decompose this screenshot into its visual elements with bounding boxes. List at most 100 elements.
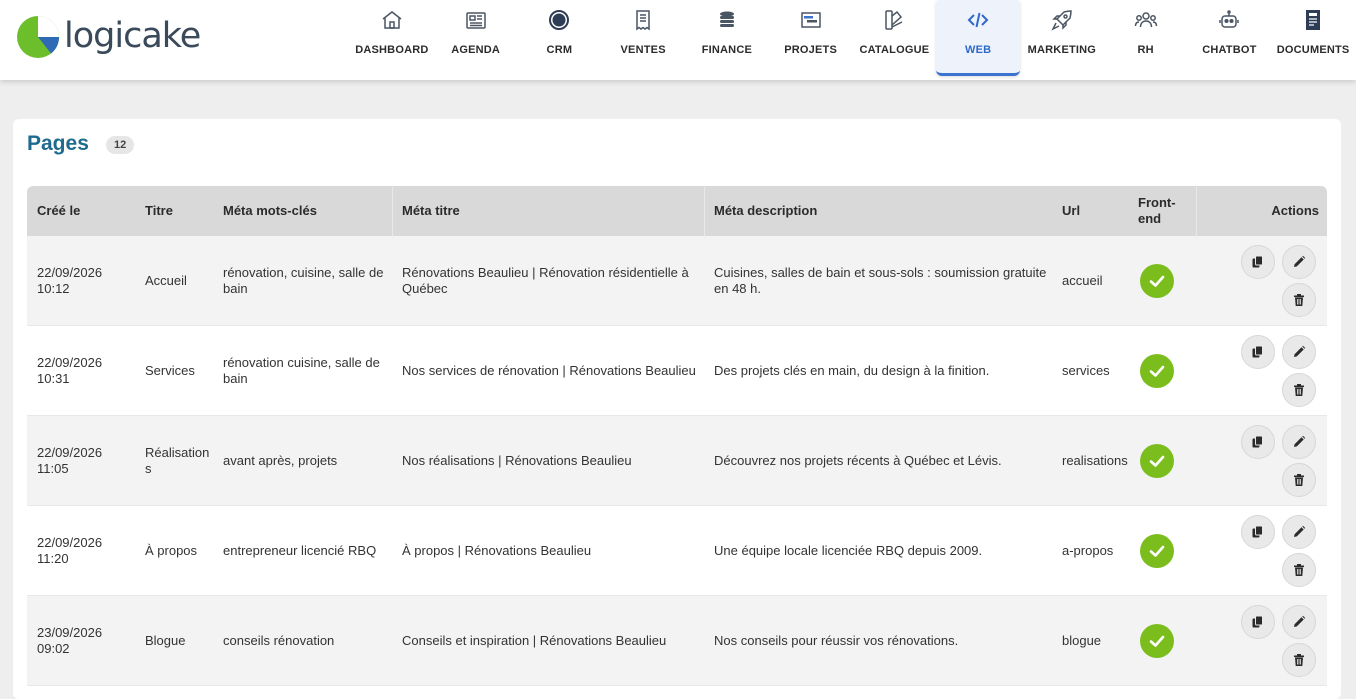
cell-title: Réalisations — [145, 444, 210, 476]
nav-rh[interactable]: RH — [1104, 0, 1188, 76]
table-row: 22/09/2026 10:12 Accueil rénovation, cui… — [27, 236, 1327, 326]
cell-meta-title: Rénovations Beaulieu | Rénovation réside… — [402, 264, 689, 296]
gantt-icon — [800, 12, 821, 28]
header-meta-title[interactable]: Méta titre — [392, 187, 704, 237]
cell-created: 22/09/2026 10:31 — [27, 355, 135, 387]
nav-dashboard[interactable]: DASHBOARD — [350, 0, 434, 76]
swatch-book-icon — [885, 10, 903, 30]
receipt-icon — [636, 10, 650, 31]
cell-url: blogue — [1062, 632, 1102, 648]
cell-meta-description: Nos conseils pour réussir vos rénovation… — [714, 632, 959, 648]
header-created[interactable]: Créé le — [27, 203, 135, 219]
cell-keywords: conseils rénovation — [223, 632, 335, 648]
delete-button[interactable] — [1282, 553, 1316, 587]
pencil-icon — [1294, 525, 1306, 537]
frontend-check-icon[interactable] — [1140, 533, 1174, 568]
pencil-icon — [1294, 435, 1306, 447]
nav-crm[interactable]: CRM — [518, 0, 602, 76]
cell-meta-description: Cuisines, salles de bain et sous-sols : … — [714, 264, 1047, 296]
cell-meta-description: Découvrez nos projets récents à Québec e… — [714, 452, 1002, 468]
cell-keywords: entrepreneur licencié RBQ — [223, 542, 377, 558]
rocket-icon — [1051, 10, 1072, 31]
header-frontend-line1: Front- — [1138, 195, 1176, 210]
nav-label: DASHBOARD — [355, 44, 429, 56]
cell-time: 11:20 — [37, 550, 69, 566]
count-badge: 12 — [106, 136, 135, 154]
frontend-check-icon[interactable] — [1140, 443, 1174, 478]
pencil-icon — [1294, 345, 1306, 357]
duplicate-button[interactable] — [1241, 605, 1275, 639]
nav-ventes[interactable]: VENTES — [601, 0, 685, 76]
nav-label: CHATBOT — [1202, 44, 1257, 56]
logo[interactable]: logicake — [16, 14, 201, 60]
cell-frontend — [1128, 533, 1196, 568]
nav-web[interactable]: WEB — [936, 0, 1020, 76]
table-row: 22/09/2026 10:31 Services rénovation cui… — [27, 326, 1327, 416]
main-nav: DASHBOARD AGENDA CRM VENTES FINANCE PROJ… — [350, 0, 1355, 80]
table-row: 22/09/2026 11:05 Réalisations avant aprè… — [27, 416, 1327, 506]
cell-meta-title: Nos services de rénovation | Rénovations… — [402, 362, 696, 378]
nav-label: CATALOGUE — [859, 44, 930, 56]
cell-date: 22/09/2026 — [37, 444, 103, 460]
cell-keywords: rénovation, cuisine, salle de bain — [223, 264, 384, 296]
code-icon — [967, 12, 989, 28]
trash-icon — [1294, 384, 1304, 396]
page-title: Pages — [27, 132, 89, 155]
edit-button[interactable] — [1282, 605, 1316, 639]
edit-button[interactable] — [1282, 425, 1316, 459]
nav-agenda[interactable]: AGENDA — [434, 0, 518, 76]
duplicate-button[interactable] — [1241, 245, 1275, 279]
duplicate-button[interactable] — [1241, 425, 1275, 459]
cell-title: Services — [145, 362, 195, 378]
edit-button[interactable] — [1282, 245, 1316, 279]
nav-label: FINANCE — [701, 44, 753, 56]
cell-frontend — [1128, 623, 1196, 658]
cell-frontend — [1128, 353, 1196, 388]
cell-actions — [1196, 506, 1327, 595]
frontend-check-icon[interactable] — [1140, 353, 1174, 388]
cell-date: 22/09/2026 — [37, 534, 103, 550]
delete-button[interactable] — [1282, 283, 1316, 317]
logo-text: logicake — [64, 16, 201, 56]
cell-url: services — [1062, 362, 1110, 378]
header-title[interactable]: Titre — [135, 203, 213, 219]
delete-button[interactable] — [1282, 373, 1316, 407]
trash-icon — [1294, 294, 1304, 306]
cell-title: Accueil — [145, 272, 187, 288]
edit-button[interactable] — [1282, 335, 1316, 369]
coins-icon — [719, 11, 734, 27]
cell-created: 23/09/2026 09:02 — [27, 625, 135, 657]
nav-projets[interactable]: PROJETS — [769, 0, 853, 76]
cell-actions — [1196, 326, 1327, 415]
cell-date: 22/09/2026 — [37, 264, 103, 280]
header-meta-keywords[interactable]: Méta mots-clés — [213, 203, 392, 219]
frontend-check-icon[interactable] — [1140, 263, 1174, 298]
cell-url: a-propos — [1062, 542, 1114, 558]
header-url[interactable]: Url — [1052, 203, 1128, 219]
nav-documents[interactable]: DOCUMENTS — [1271, 0, 1355, 76]
cell-time: 09:02 — [37, 640, 70, 656]
logo-mark-icon — [17, 16, 60, 58]
edit-button[interactable] — [1282, 515, 1316, 549]
nav-label: VENTES — [620, 44, 666, 56]
nav-marketing[interactable]: MARKETING — [1020, 0, 1104, 76]
nav-chatbot[interactable]: CHATBOT — [1188, 0, 1272, 76]
delete-button[interactable] — [1282, 643, 1316, 677]
nav-label: CRM — [546, 44, 573, 56]
copy-icon — [1252, 255, 1263, 268]
pencil-icon — [1294, 615, 1306, 627]
table-row: 22/09/2026 11:20 À propos entrepreneur l… — [27, 506, 1327, 596]
copy-icon — [1252, 615, 1263, 628]
nav-catalogue[interactable]: CATALOGUE — [853, 0, 937, 76]
cell-frontend — [1128, 443, 1196, 478]
target-icon — [549, 10, 570, 30]
nav-label: AGENDA — [451, 44, 501, 56]
table-header: Créé le Titre Méta mots-clés Méta titre … — [27, 186, 1327, 237]
delete-button[interactable] — [1282, 463, 1316, 497]
duplicate-button[interactable] — [1241, 515, 1275, 549]
header-meta-description[interactable]: Méta description — [704, 187, 1052, 237]
nav-finance[interactable]: FINANCE — [685, 0, 769, 76]
frontend-check-icon[interactable] — [1140, 623, 1174, 658]
duplicate-button[interactable] — [1241, 335, 1275, 369]
header-frontend[interactable]: Front- end — [1128, 195, 1196, 227]
